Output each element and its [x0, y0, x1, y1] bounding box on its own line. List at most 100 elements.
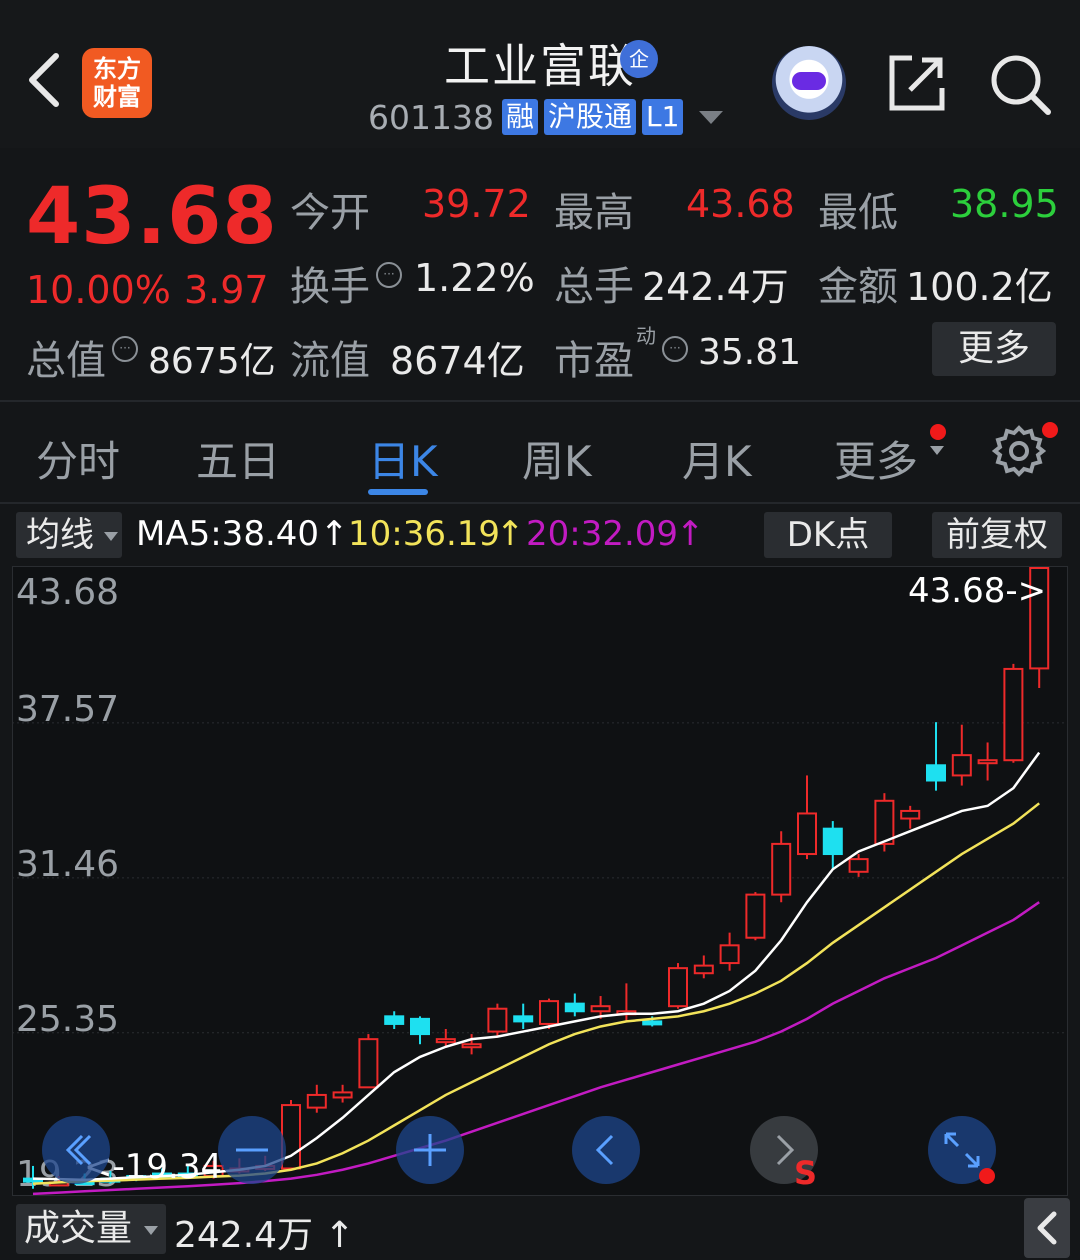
- candle-body: [951, 754, 972, 777]
- caret-down-icon: [930, 446, 944, 455]
- sell-signal-label: S: [794, 1154, 817, 1192]
- tab-monthly-k[interactable]: 月K: [682, 428, 752, 489]
- candle-body: [487, 1007, 508, 1033]
- stock-code-row[interactable]: 601138 融 沪股通 L1: [368, 96, 724, 138]
- candle-body: [1003, 667, 1024, 762]
- zoom-in-button[interactable]: [396, 1116, 464, 1184]
- info-icon[interactable]: ···: [376, 262, 402, 288]
- tag-hk-connect: 沪股通: [544, 99, 637, 135]
- open-label: 今开: [290, 190, 370, 236]
- candle-body: [513, 1015, 534, 1023]
- candle-body: [977, 759, 998, 765]
- chart-background: [12, 566, 1068, 1196]
- candle-body: [461, 1043, 482, 1049]
- candle-body: [822, 827, 843, 856]
- candle-body: [771, 842, 792, 896]
- candle-body: [410, 1017, 430, 1036]
- pe-label: 市盈: [554, 338, 634, 384]
- current-price: 43.68: [26, 172, 278, 262]
- ma10-label: 10:36.19: [348, 514, 501, 554]
- candle-body: [797, 812, 817, 856]
- prev-button[interactable]: [572, 1116, 640, 1184]
- volume-indicator-value: 242.4万 ↑: [174, 1215, 355, 1256]
- y-tick-label: 37.57: [16, 689, 119, 730]
- candle-body: [745, 893, 766, 939]
- low-label: 最低: [818, 190, 898, 236]
- zoom-out-button[interactable]: [218, 1116, 286, 1184]
- candle-body: [539, 1000, 559, 1025]
- robot-visor: [792, 72, 826, 90]
- candle-body: [874, 799, 895, 845]
- amount-value: 100.2亿: [906, 265, 1053, 309]
- candle-body: [306, 1093, 327, 1109]
- amount-label: 金额: [818, 264, 898, 310]
- change-percent: 10.00%: [26, 268, 171, 312]
- candle-body: [564, 1002, 585, 1013]
- divider: [0, 502, 1080, 504]
- candle-body: [900, 809, 921, 820]
- candle-body: [668, 967, 688, 1008]
- tab-intraday[interactable]: 分时: [36, 428, 120, 489]
- candle-body: [384, 1015, 405, 1025]
- tab-weekly-k[interactable]: 周K: [522, 428, 592, 489]
- search-icon[interactable]: [988, 52, 1052, 116]
- candle-body: [926, 764, 946, 782]
- tag-level1: L1: [642, 99, 684, 135]
- ma-select-label: 均线: [26, 515, 94, 555]
- notification-dot: [979, 1168, 995, 1184]
- volume-label: 总手: [554, 264, 634, 310]
- chevron-down-icon[interactable]: [699, 110, 724, 124]
- ma5-up-arrow-icon: ↑: [320, 514, 349, 554]
- y-tick-label: 43.68: [16, 572, 119, 613]
- tab-more[interactable]: 更多: [834, 428, 918, 489]
- collapse-button[interactable]: [1024, 1198, 1070, 1258]
- candle-body: [848, 858, 869, 873]
- candle-body: [693, 964, 714, 975]
- adjust-mode-button[interactable]: 前复权: [932, 512, 1062, 558]
- dk-point-button[interactable]: DK点: [764, 512, 892, 558]
- candle-body: [590, 1005, 611, 1013]
- tag-margin: 融: [501, 99, 538, 135]
- candle-body: [358, 1038, 379, 1089]
- more-button[interactable]: 更多: [932, 322, 1056, 376]
- pe-value: 35.81: [698, 332, 802, 373]
- float-label: 流值: [290, 338, 370, 384]
- turnover-label: 换手: [290, 264, 370, 310]
- divider: [0, 400, 1080, 402]
- settings-gear-icon[interactable]: [992, 424, 1046, 478]
- ma20-up-arrow-icon: ↑: [676, 514, 705, 554]
- candle-body: [642, 1020, 663, 1026]
- notification-dot: [1042, 422, 1058, 438]
- active-tab-indicator: [368, 489, 428, 495]
- caret-down-icon: [144, 1226, 158, 1235]
- candle-body: [719, 944, 740, 965]
- tab-daily-k[interactable]: 日K: [368, 428, 438, 489]
- y-tick-label: 25.35: [16, 999, 119, 1040]
- change-amount: 3.97: [184, 268, 269, 312]
- app-logo: 东方 财富: [82, 48, 152, 118]
- ma20-label: 20:32.09: [526, 514, 679, 554]
- open-value: 39.72: [422, 182, 531, 226]
- share-icon[interactable]: [886, 52, 948, 114]
- pe-superscript: 动: [636, 324, 656, 348]
- candle-body: [435, 1038, 456, 1044]
- logo-line1: 东方: [93, 55, 141, 83]
- high-value: 43.68: [686, 182, 795, 226]
- kline-chart[interactable]: 43.6837.5731.4625.3519.2343.68-><-19.34S: [12, 566, 1068, 1196]
- enterprise-badge: 企: [620, 40, 658, 78]
- logo-line2: 财富: [93, 83, 141, 111]
- info-icon[interactable]: ···: [662, 336, 688, 362]
- volume-select-label: 成交量: [24, 1208, 133, 1249]
- info-icon[interactable]: ···: [112, 336, 138, 362]
- rewind-button[interactable]: [42, 1116, 110, 1184]
- back-arrow-icon[interactable]: [22, 50, 66, 110]
- mktcap-label: 总值: [26, 338, 106, 384]
- stock-code: 601138: [368, 97, 494, 137]
- turnover-value: 1.22%: [414, 256, 535, 300]
- ma5-label: MA5:38.40: [136, 514, 320, 554]
- float-value: 8674亿: [390, 339, 525, 383]
- tab-five-day[interactable]: 五日: [196, 428, 280, 489]
- notification-dot: [930, 424, 946, 440]
- candle-body: [332, 1091, 353, 1099]
- volume-total: 242.4万: [174, 1215, 314, 1256]
